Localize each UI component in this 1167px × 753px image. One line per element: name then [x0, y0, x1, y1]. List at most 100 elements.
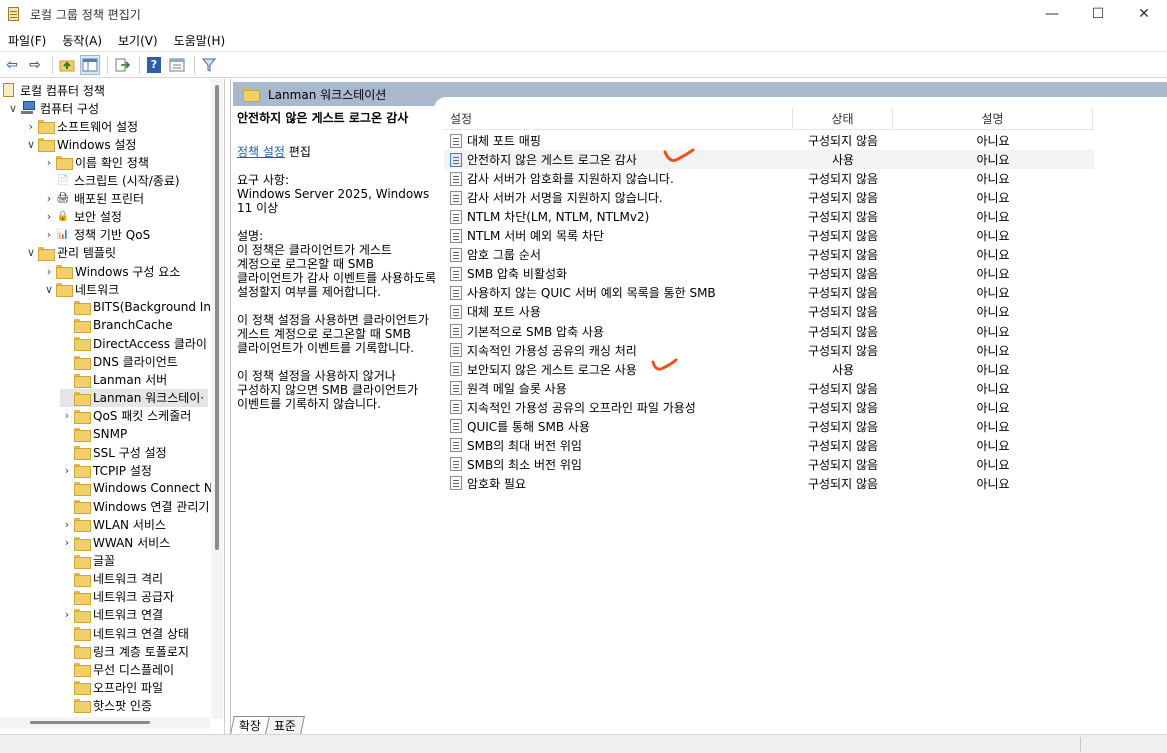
tree-item[interactable]: › TCPIP 설정 [60, 461, 152, 479]
tree-item[interactable]: › WWAN 서비스 [60, 534, 170, 552]
tree-item[interactable]: ∨ Windows 설정 [24, 135, 136, 153]
policy-row[interactable]: 대체 포트 사용 구성되지 않음 아니요 [444, 302, 1094, 321]
toolbar-separator [194, 55, 195, 74]
policy-row[interactable]: 지속적인 가용성 공유의 캐싱 처리 구성되지 않음 아니요 [444, 341, 1094, 360]
policy-row[interactable]: 안전하지 않은 게스트 로그온 감사 사용 아니요 [444, 150, 1094, 170]
back-button[interactable]: ⇦ [2, 55, 22, 75]
tree-scroll-thumb[interactable] [215, 85, 219, 550]
column-header-comment[interactable]: 설명 [893, 107, 1093, 130]
extended-description: 안전하지 않은 게스트 로그온 감사 정책 설정 편집 요구 사항: Window… [237, 111, 437, 425]
tree-item[interactable]: DNS 클라이언트 [60, 353, 178, 371]
tree-item[interactable]: Windows 연결 관리기 [60, 497, 209, 515]
tree-item[interactable]: 핫스팟 인증 [60, 696, 152, 714]
chevron-right-icon[interactable]: › [60, 608, 74, 621]
policy-row[interactable]: 대체 포트 매핑 구성되지 않음 아니요 [444, 131, 1094, 150]
chevron-right-icon[interactable]: › [42, 265, 56, 278]
policy-row[interactable]: SMB의 최소 버전 위임 구성되지 않음 아니요 [444, 455, 1094, 474]
tree-item[interactable]: › 네트워크 연결 [60, 606, 163, 624]
folder-icon [74, 645, 91, 660]
export-list-button[interactable] [112, 55, 132, 75]
chevron-down-icon[interactable]: ∨ [42, 283, 56, 296]
policy-row[interactable]: 보안되지 않은 게스트 로그온 사용 사용 아니요 [444, 360, 1094, 379]
tree-item[interactable]: ∨ 네트워크 [42, 280, 119, 298]
policy-row[interactable]: NTLM 차단(LM, NTLM, NTLMv2) 구성되지 않음 아니요 [444, 207, 1094, 226]
policy-row[interactable]: QUIC를 통해 SMB 사용 구성되지 않음 아니요 [444, 417, 1094, 436]
tree-item[interactable]: › 소프트웨어 설정 [24, 117, 138, 135]
policy-row[interactable]: 기본적으로 SMB 압축 사용 구성되지 않음 아니요 [444, 322, 1094, 341]
chevron-right-icon[interactable]: › [60, 518, 74, 531]
maximize-button[interactable]: ☐ [1075, 0, 1121, 28]
properties-button[interactable] [167, 55, 187, 75]
tree-item[interactable]: 무선 디스플레이 [60, 660, 174, 678]
policy-row[interactable]: 감사 서버가 서명을 지원하지 않습니다. 구성되지 않음 아니요 [444, 188, 1094, 207]
chevron-right-icon[interactable]: › [24, 120, 38, 133]
help-button[interactable]: ? [144, 55, 164, 75]
tree-item[interactable]: › 🖨 배포된 프린터 [42, 190, 144, 208]
column-header-setting[interactable]: 설정 [444, 107, 793, 130]
menu-file[interactable]: 파일(F) [2, 32, 52, 49]
close-button[interactable]: ✕ [1121, 0, 1167, 28]
policy-row[interactable]: 지속적인 가용성 공유의 오프라인 파일 가용성 구성되지 않음 아니요 [444, 398, 1094, 417]
tree-item[interactable]: › WLAN 서비스 [60, 515, 166, 533]
policy-row[interactable]: 사용하지 않는 QUIC 서버 예외 목록을 통한 SMB 구성되지 않음 아니요 [444, 283, 1094, 302]
forward-button[interactable]: ⇨ [25, 55, 45, 75]
chevron-right-icon[interactable]: › [42, 228, 56, 241]
minimize-button[interactable]: — [1029, 0, 1075, 28]
show-hide-tree-button[interactable] [80, 54, 100, 75]
tree-item[interactable]: 네트워크 연결 상태 [60, 624, 189, 642]
tree-item[interactable]: › 📊 정책 기반 QoS [42, 226, 150, 244]
tree-item[interactable]: ∨ 관리 템플릿 [24, 244, 116, 262]
up-one-level-button[interactable] [57, 55, 77, 75]
tree-item[interactable]: › QoS 패킷 스케줄러 [60, 407, 191, 425]
tree-item[interactable]: 네트워크 공급자 [60, 588, 174, 606]
tree-item[interactable]: 로컬 컴퓨터 정책 [0, 81, 105, 99]
tree-vertical-scrollbar[interactable] [211, 79, 223, 719]
tree-item[interactable]: DirectAccess 클라이 [60, 334, 207, 352]
policy-row[interactable]: NTLM 서버 예외 목록 차단 구성되지 않음 아니요 [444, 226, 1094, 245]
tree-item[interactable]: BranchCache [60, 316, 173, 334]
tree-item[interactable]: SSL 구성 설정 [60, 443, 167, 461]
chevron-down-icon[interactable]: ∨ [6, 102, 20, 115]
policy-row[interactable]: 암호 그룹 순서 구성되지 않음 아니요 [444, 245, 1094, 264]
policy-row[interactable]: 원격 메일 슬롯 사용 구성되지 않음 아니요 [444, 379, 1094, 398]
chevron-right-icon[interactable]: › [42, 156, 56, 169]
tree-item[interactable]: 글꼴 [60, 552, 115, 570]
policy-row[interactable]: 암호화 필요 구성되지 않음 아니요 [444, 474, 1094, 493]
policy-setting-icon [450, 381, 462, 396]
tree-horizontal-scrollbar[interactable] [0, 717, 210, 729]
policy-state: 구성되지 않음 [807, 267, 879, 282]
tree-item[interactable]: Lanman 서버 [60, 371, 167, 389]
policy-row[interactable]: SMB의 최대 버전 위임 구성되지 않음 아니요 [444, 436, 1094, 455]
column-header-state[interactable]: 상태 [793, 107, 893, 130]
console-tree[interactable]: 로컬 컴퓨터 정책 ∨ 컴퓨터 구성 › 소프트웨어 설정 ∨ Windows 설정 › 이름 … [0, 79, 225, 734]
policy-row[interactable]: SMB 압축 비활성화 구성되지 않음 아니요 [444, 264, 1094, 283]
chevron-right-icon[interactable]: › [60, 409, 74, 422]
tree-item[interactable]: ∨ 컴퓨터 구성 [6, 99, 99, 117]
chevron-down-icon[interactable]: ∨ [24, 246, 38, 259]
chevron-right-icon[interactable]: › [42, 210, 56, 223]
chevron-right-icon[interactable]: › [42, 192, 56, 205]
policy-row[interactable]: 감사 서버가 암호화를 지원하지 않습니다. 구성되지 않음 아니요 [444, 169, 1094, 188]
tree-item[interactable]: 오프라인 파일 [60, 678, 163, 696]
tree-item[interactable]: Windows Connect N [60, 479, 213, 497]
tree-item[interactable]: › 이름 확인 정책 [42, 153, 149, 171]
tree-item[interactable]: SNMP [60, 425, 127, 443]
menu-action[interactable]: 동작(A) [56, 32, 108, 49]
tree-item[interactable]: › Windows 구성 요소 [42, 262, 180, 280]
tree-item[interactable]: BITS(Background Int [60, 298, 216, 316]
tree-item[interactable]: 링크 계층 토폴로지 [60, 642, 189, 660]
menu-view[interactable]: 보기(V) [112, 32, 164, 49]
filter-button[interactable] [199, 55, 219, 75]
tab-standard[interactable]: 표준 [265, 716, 306, 734]
edit-policy-link[interactable]: 정책 설정 [237, 145, 285, 159]
tree-item[interactable]: 네트워크 격리 [60, 570, 163, 588]
tab-extended[interactable]: 확장 [230, 716, 271, 734]
tree-hscroll-thumb[interactable] [30, 721, 150, 724]
tree-item[interactable]: 📄 스크립트 (시작/종료) [42, 172, 180, 190]
tree-item[interactable]: Lanman 워크스테이· [60, 388, 208, 407]
chevron-down-icon[interactable]: ∨ [24, 138, 38, 151]
chevron-right-icon[interactable]: › [60, 536, 74, 549]
menu-help[interactable]: 도움말(H) [168, 32, 232, 49]
chevron-right-icon[interactable]: › [60, 464, 74, 477]
tree-item[interactable]: › 🔒 보안 설정 [42, 208, 122, 226]
